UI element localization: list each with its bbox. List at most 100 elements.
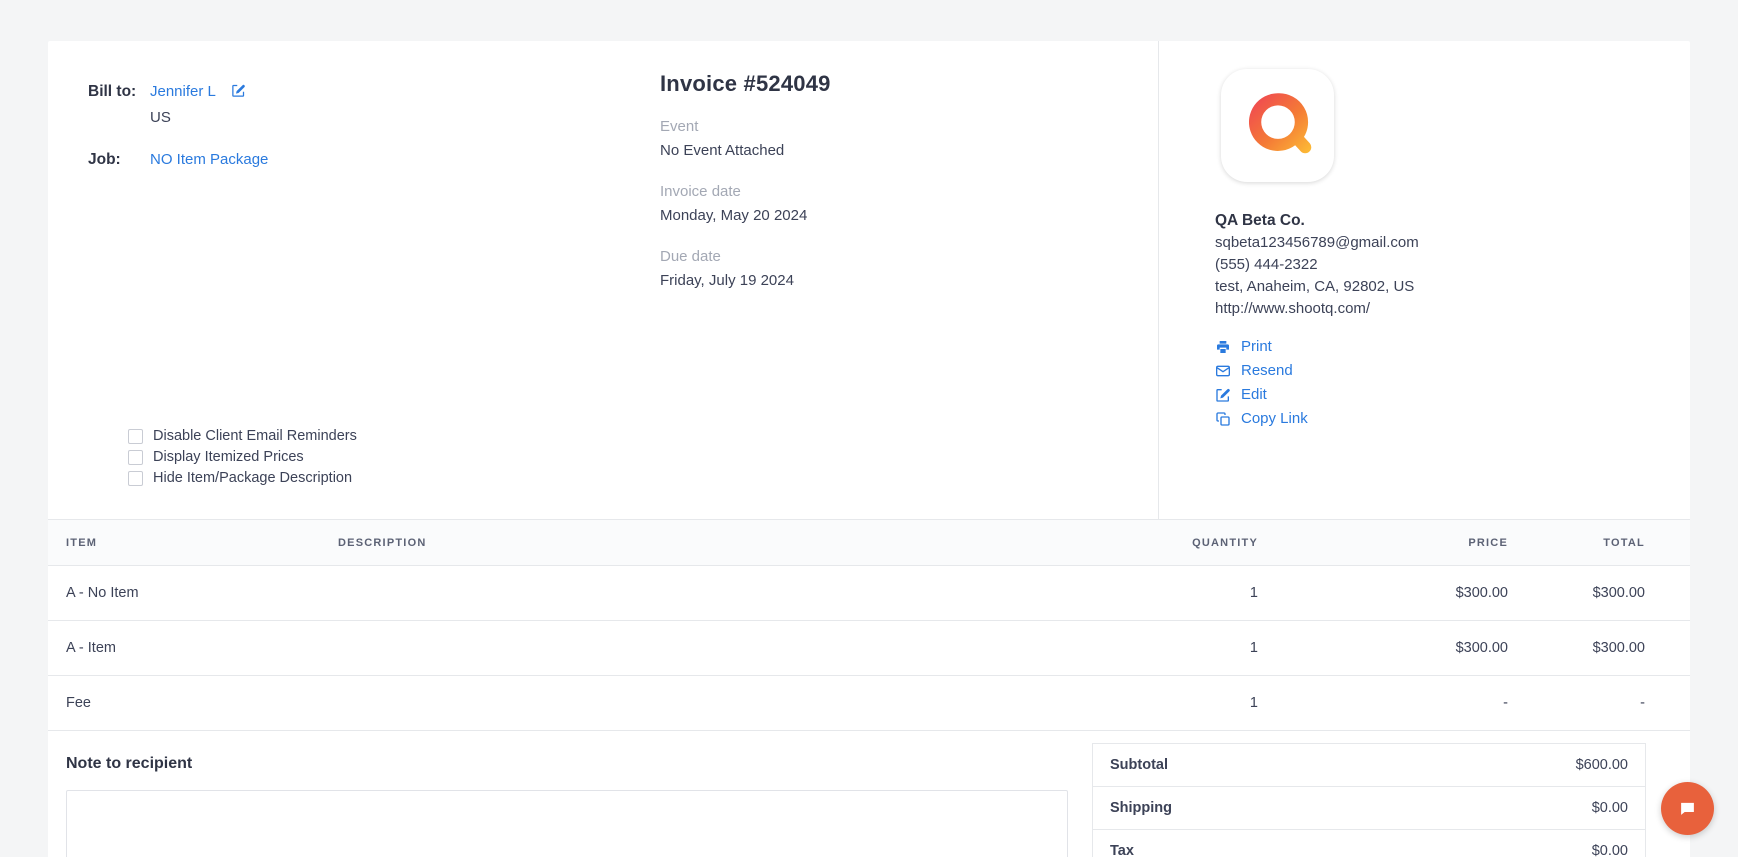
field-event: Event No Event Attached	[660, 116, 1158, 162]
cell-description	[338, 565, 958, 621]
copy-link-label: Copy Link	[1241, 410, 1308, 427]
client-country: US	[150, 109, 171, 126]
cell-quantity: 1	[958, 565, 1258, 621]
table-head: ITEM DESCRIPTION QUANTITY PRICE TOTAL	[48, 519, 1690, 566]
invoice-actions: Print Resend Edit Copy Link	[1215, 336, 1690, 430]
checkbox-hide-item-package-description[interactable]: Hide Item/Package Description	[128, 470, 357, 486]
summary-label: Shipping	[1110, 800, 1173, 816]
job-value: NO Item Package	[150, 147, 598, 173]
summary-row-tax: Tax $0.00	[1092, 829, 1646, 857]
company-website: http://www.shootq.com/	[1215, 300, 1371, 317]
printer-icon	[1217, 341, 1229, 353]
cell-total: -	[1508, 675, 1690, 731]
table-header-row: ITEM DESCRIPTION QUANTITY PRICE TOTAL	[48, 519, 1690, 566]
table-row: Fee 1 - -	[48, 675, 1690, 731]
copy-link-action[interactable]: Copy Link	[1215, 408, 1690, 430]
envelope-icon	[1216, 365, 1230, 377]
invoice-card: Bill to: Jennifer L US Job: NO Item Pack…	[48, 41, 1690, 857]
cell-item: A - Item	[48, 620, 338, 676]
column-header-price: PRICE	[1258, 519, 1508, 566]
summary-value: $600.00	[1575, 757, 1628, 773]
column-header-total: TOTAL	[1508, 519, 1690, 566]
invoice-items-table: ITEM DESCRIPTION QUANTITY PRICE TOTAL A …	[48, 519, 1690, 731]
cell-item: Fee	[48, 675, 338, 731]
invoice-footer-section: Note to recipient Subtotal $600.00 Shipp…	[48, 731, 1690, 857]
invoice-header-section: Bill to: Jennifer L US Job: NO Item Pack…	[48, 41, 1690, 519]
due-date-label: Due date	[660, 248, 721, 265]
job-label: Job:	[88, 151, 121, 168]
edit-action[interactable]: Edit	[1215, 384, 1690, 406]
note-to-recipient-section: Note to recipient	[48, 731, 1068, 857]
company-phone: (555) 444-2322	[1215, 256, 1318, 273]
cell-total: $300.00	[1508, 620, 1690, 676]
resend-action[interactable]: Resend	[1215, 360, 1690, 382]
cell-price: $300.00	[1258, 620, 1508, 676]
summary-row-subtotal: Subtotal $600.00	[1092, 743, 1646, 786]
company-logo	[1221, 69, 1334, 182]
table-row: A - No Item 1 $300.00 $300.00	[48, 565, 1690, 621]
checkbox-box[interactable]	[128, 470, 143, 486]
event-value: No Event Attached	[660, 142, 785, 159]
due-date-value: Friday, July 19 2024	[660, 272, 794, 289]
event-label: Event	[660, 118, 699, 135]
column-header-item: ITEM	[48, 519, 338, 566]
checkbox-disable-client-email-reminders[interactable]: Disable Client Email Reminders	[128, 428, 357, 444]
checkbox-label: Display Itemized Prices	[153, 449, 304, 465]
invoice-date-value: Monday, May 20 2024	[660, 207, 808, 224]
field-due-date: Due date Friday, July 19 2024	[660, 246, 1158, 292]
cell-quantity: 1	[958, 620, 1258, 676]
edit-pencil-icon	[1216, 388, 1230, 402]
chat-support-button[interactable]	[1661, 782, 1714, 835]
cell-total: $300.00	[1508, 565, 1690, 621]
company-column: QA Beta Co. sqbeta123456789@gmail.com (5…	[1158, 41, 1690, 519]
print-label: Print	[1241, 338, 1272, 355]
invoice-details-column: Invoice #524049 Event No Event Attached …	[598, 41, 1158, 519]
cell-item: A - No Item	[48, 565, 338, 621]
company-email: sqbeta123456789@gmail.com	[1215, 234, 1419, 251]
column-header-quantity: QUANTITY	[958, 519, 1258, 566]
table-body: A - No Item 1 $300.00 $300.00 A - Item 1…	[48, 565, 1690, 731]
cell-quantity: 1	[958, 675, 1258, 731]
company-address: test, Anaheim, CA, 92802, US	[1215, 278, 1415, 295]
table-row: A - Item 1 $300.00 $300.00	[48, 620, 1690, 676]
cell-price: $300.00	[1258, 565, 1508, 621]
column-header-description: DESCRIPTION	[338, 519, 958, 566]
edit-label: Edit	[1241, 386, 1267, 403]
checkbox-display-itemized-prices[interactable]: Display Itemized Prices	[128, 449, 357, 465]
bill-to-label: Bill to:	[88, 83, 137, 100]
print-action[interactable]: Print	[1215, 336, 1690, 358]
note-textarea[interactable]	[66, 790, 1068, 857]
cell-price: -	[1258, 675, 1508, 731]
summary-value: $0.00	[1591, 843, 1628, 857]
shootq-q-logo-icon	[1248, 92, 1311, 153]
summary-label: Tax	[1110, 843, 1134, 857]
company-name: QA Beta Co.	[1215, 212, 1305, 229]
invoice-options: Disable Client Email Reminders Display I…	[128, 428, 357, 491]
checkbox-label: Hide Item/Package Description	[153, 470, 353, 486]
resend-label: Resend	[1241, 362, 1293, 379]
checkbox-box[interactable]	[128, 428, 143, 444]
checkbox-box[interactable]	[128, 449, 143, 465]
job-name-link[interactable]: NO Item Package	[150, 151, 268, 168]
invoice-summary: Subtotal $600.00 Shipping $0.00 Tax $0.0…	[1068, 731, 1690, 857]
bill-to-value: Jennifer L US	[150, 79, 598, 130]
bill-to-grid: Bill to: Jennifer L US Job: NO Item Pack…	[88, 79, 598, 173]
edit-pencil-icon[interactable]	[231, 83, 246, 103]
invoice-date-label: Invoice date	[660, 183, 741, 200]
client-name-link[interactable]: Jennifer L	[150, 83, 216, 100]
checkbox-label: Disable Client Email Reminders	[153, 428, 357, 444]
invoice-title: Invoice #524049	[660, 71, 831, 96]
note-heading: Note to recipient	[66, 755, 193, 772]
summary-row-shipping: Shipping $0.00	[1092, 786, 1646, 829]
cell-description	[338, 620, 958, 676]
summary-value: $0.00	[1591, 800, 1628, 816]
cell-description	[338, 675, 958, 731]
field-invoice-date: Invoice date Monday, May 20 2024	[660, 181, 1158, 227]
chat-bubble-icon	[1681, 802, 1694, 815]
summary-label: Subtotal	[1110, 757, 1168, 773]
invoice-page: Bill to: Jennifer L US Job: NO Item Pack…	[0, 0, 1738, 857]
bill-to-column: Bill to: Jennifer L US Job: NO Item Pack…	[48, 41, 598, 519]
copy-icon	[1216, 412, 1230, 426]
